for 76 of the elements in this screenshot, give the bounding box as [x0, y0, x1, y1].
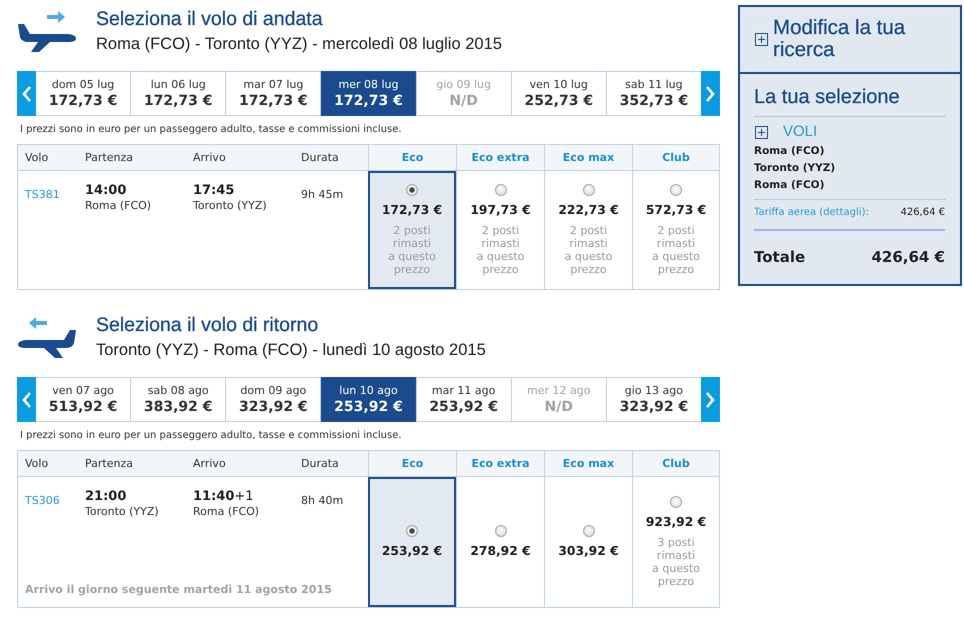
plus-icon: [755, 126, 768, 138]
radio-button[interactable]: [670, 496, 682, 508]
chevron-left-icon: [22, 390, 32, 408]
fare-column-header: Eco: [368, 145, 456, 170]
seats-left-note: 2 posti rimasti a questo prezzo: [476, 224, 524, 276]
fare-price: 172,73 €: [382, 202, 442, 218]
chevron-right-icon: [705, 84, 716, 102]
fare-price: 197,73 €: [470, 202, 531, 218]
fare-price: 572,73 €: [646, 202, 706, 218]
modify-search-button[interactable]: Modifica la tua ricerca: [755, 17, 950, 61]
radio-button[interactable]: [582, 525, 594, 537]
total-label: Totale: [754, 247, 806, 267]
next-dates-button[interactable]: [700, 71, 720, 116]
fare-column-header: Eco max: [544, 145, 632, 170]
fare-price: 303,92 €: [558, 543, 619, 559]
fare-column-header: Eco extra: [456, 145, 544, 170]
panel-title: La tua selezione: [754, 86, 945, 117]
fare-column-header: Eco: [368, 451, 456, 476]
fare-price: 923,92 €: [646, 514, 706, 530]
departure-time: 14:00: [85, 183, 126, 198]
total-amount: 426,64 €: [871, 247, 945, 267]
fare-column-header: Club: [632, 145, 719, 170]
route-and-date: Roma (FCO) - Toronto (YYZ) - mercoledì 08 luglio 2015: [96, 34, 502, 55]
route-stop: Roma (FCO): [754, 144, 826, 159]
flight-duration: 9h 45m: [301, 187, 344, 202]
departure-time: 21:00: [85, 489, 126, 504]
seats-left-note: 2 posti rimasti a questo prezzo: [388, 224, 436, 276]
fare-price: 222,73 €: [558, 202, 619, 218]
previous-dates-button[interactable]: [17, 377, 36, 422]
chevron-left-icon: [22, 84, 32, 102]
departure-airport: Toronto (YYZ): [85, 504, 159, 519]
price-note: I prezzi sono in euro per un passeggero adulto, tasse e commissioni incluse.: [20, 123, 403, 137]
column-header: Partenza: [84, 150, 134, 166]
radio-button[interactable]: [494, 525, 506, 537]
arrival-time: 11:40+1: [193, 489, 254, 504]
fare-column-header: Eco extra: [456, 451, 544, 476]
fare-price: 253,92 €: [382, 543, 442, 559]
seats-left-note: 2 posti rimasti a questo prezzo: [564, 224, 612, 276]
radio-button[interactable]: [494, 184, 506, 196]
chevron-right-icon: [705, 390, 716, 408]
arrival-airport: Toronto (YYZ): [193, 198, 267, 213]
route-and-date: Toronto (YYZ) - Roma (FCO) - lunedì 10 agosto 2015: [96, 340, 486, 361]
previous-dates-button[interactable]: [17, 71, 36, 116]
column-header: Durata: [300, 456, 340, 472]
arrival-airport: Roma (FCO): [193, 504, 260, 519]
fare-column-header: Club: [632, 451, 719, 476]
next-day-arrival-note: Arrivo il giorno seguente martedì 11 agosto 2015: [25, 583, 332, 597]
flight-duration: 8h 40m: [301, 493, 344, 508]
plus-icon: [755, 32, 768, 46]
column-header: Durata: [300, 150, 340, 166]
date-tab[interactable]: mer 08 lug 172,73 €: [320, 71, 416, 116]
fare-amount: 426,64 €: [900, 206, 945, 220]
plane-with-arrow-icon: [17, 316, 77, 358]
departure-airport: Roma (FCO): [85, 198, 152, 213]
route-stop: Roma (FCO): [754, 178, 826, 193]
radio-button[interactable]: [582, 184, 594, 196]
radio-button[interactable]: [406, 525, 418, 537]
section-title: Seleziona il volo di ritorno: [96, 314, 320, 337]
column-header: Arrivo: [192, 456, 227, 472]
column-header: Volo: [24, 150, 50, 166]
plane-with-arrow-icon: [17, 10, 77, 52]
fare-price: 278,92 €: [470, 543, 531, 559]
column-header: Arrivo: [192, 150, 227, 166]
date-tab[interactable]: lun 10 ago 253,92 €: [320, 377, 416, 422]
price-note: I prezzi sono in euro per un passeggero adulto, tasse e commissioni incluse.: [20, 429, 403, 443]
next-dates-button[interactable]: [700, 377, 720, 422]
fare-column-header: Eco max: [544, 451, 632, 476]
seats-left-note: 3 posti rimasti a questo prezzo: [652, 536, 700, 588]
seats-left-note: 2 posti rimasti a questo prezzo: [652, 224, 700, 276]
column-header: Volo: [24, 456, 50, 472]
route-stop: Toronto (YYZ): [754, 161, 836, 176]
section-title: Seleziona il volo di andata: [96, 8, 324, 31]
radio-button[interactable]: [406, 184, 418, 196]
radio-button[interactable]: [670, 184, 682, 196]
column-header: Partenza: [84, 456, 134, 472]
arrival-time: 17:45: [193, 183, 234, 198]
